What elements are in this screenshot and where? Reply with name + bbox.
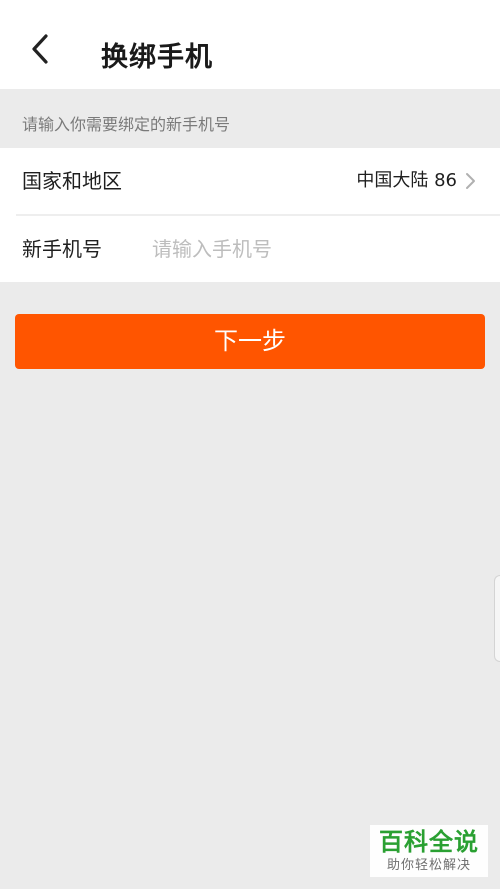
page-title: 换绑手机 (101, 42, 213, 73)
top-nav-bar: 换绑手机 (0, 0, 500, 89)
watermark: 百科全说 助你轻松解决 (370, 825, 488, 877)
region-row[interactable]: 国家和地区 中国大陆 86 (0, 148, 500, 214)
phone-label: 新手机号 (22, 237, 102, 261)
phone-input[interactable] (152, 231, 472, 267)
watermark-subtitle: 助你轻松解决 (386, 858, 471, 873)
chevron-right-icon (465, 172, 476, 190)
watermark-title: 百科全说 (379, 828, 479, 856)
phone-row: 新手机号 (0, 216, 500, 282)
region-value: 中国大陆 86 (356, 170, 457, 191)
side-drawer-handle[interactable] (494, 575, 500, 662)
next-button[interactable]: 下一步 (15, 314, 485, 369)
back-button[interactable] (18, 33, 62, 85)
chevron-left-icon (30, 33, 50, 65)
region-label: 国家和地区 (22, 169, 122, 193)
form-hint: 请输入你需要绑定的新手机号 (22, 115, 231, 134)
phone-form: 国家和地区 中国大陆 86 新手机号 (0, 148, 500, 282)
